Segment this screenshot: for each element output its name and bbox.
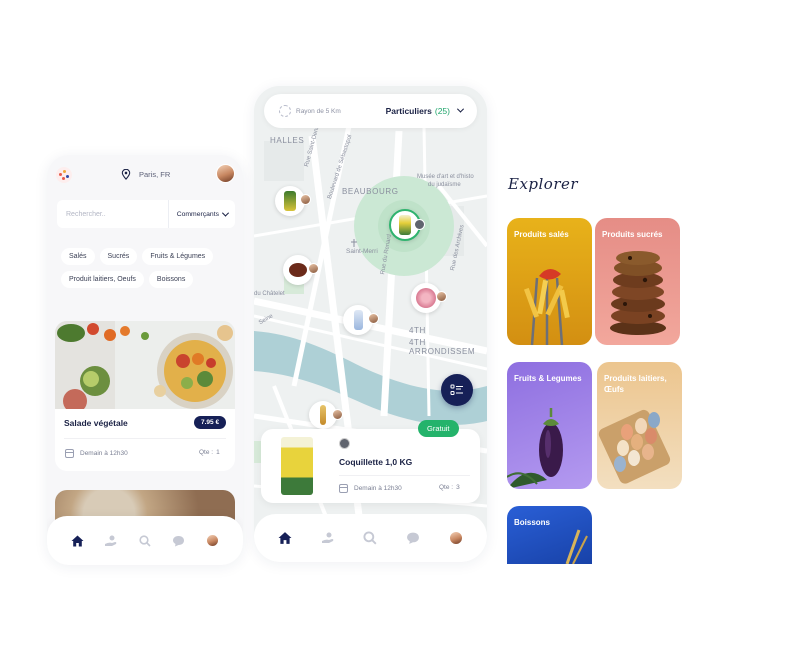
product-title: Salade végétale bbox=[64, 418, 128, 428]
header: Paris, FR bbox=[47, 155, 243, 195]
map-filter-bar: Rayon de 5 Km Particuliers (25) bbox=[264, 94, 477, 128]
pickup-time: Demain à 12h30 bbox=[339, 484, 402, 493]
home-icon[interactable] bbox=[71, 534, 85, 548]
quantity-value: 1 bbox=[216, 449, 220, 456]
selected-product-card[interactable]: Coquillette 1,0 KG Demain à 12h30 Qte : … bbox=[261, 429, 480, 503]
product-name: Coquillette 1,0 KG bbox=[339, 457, 413, 467]
tile-label: Fruits & Legumes bbox=[514, 374, 582, 383]
list-view-button[interactable] bbox=[441, 374, 473, 406]
seller-avatar bbox=[300, 194, 311, 205]
home-icon[interactable] bbox=[278, 531, 292, 545]
card-divider bbox=[339, 475, 470, 476]
search-bar: Rechercher.. Commerçants bbox=[57, 200, 235, 228]
seller-avatar bbox=[436, 291, 447, 302]
location-pin-icon bbox=[121, 169, 131, 180]
chat-icon[interactable] bbox=[172, 534, 186, 548]
tile-label: Produits salés bbox=[514, 230, 569, 239]
tile-boissons[interactable]: Boissons bbox=[507, 506, 592, 564]
seller-avatar bbox=[308, 263, 319, 274]
tile-produits-laitiers[interactable]: Produits laitiers, Œufs bbox=[597, 362, 682, 489]
phone-map-screen: HALLES BEAUBOURG Saint-Merri 4TH 4TH ARR… bbox=[254, 86, 487, 562]
seller-avatar bbox=[414, 219, 425, 230]
quantity: Qte : 1 bbox=[199, 449, 220, 456]
card-divider bbox=[64, 438, 226, 439]
map-label-arrondissement-line1: 4TH bbox=[409, 326, 426, 335]
calendar-icon bbox=[65, 449, 74, 458]
tile-produits-sales[interactable]: Produits salés bbox=[507, 218, 592, 345]
quantity-label: Qte : bbox=[439, 484, 454, 491]
profile-avatar[interactable] bbox=[448, 531, 463, 545]
bottom-nav bbox=[47, 516, 243, 565]
chevron-down-icon[interactable] bbox=[456, 105, 465, 113]
tile-label: Boissons bbox=[514, 518, 551, 527]
radius-icon bbox=[279, 105, 291, 117]
bottom-nav bbox=[254, 514, 487, 562]
tile-label: Produits sucrés bbox=[602, 230, 663, 239]
quantity-label: Qte : bbox=[199, 449, 214, 456]
location-selector[interactable]: Paris, FR bbox=[121, 169, 170, 180]
straw-image bbox=[565, 529, 588, 564]
seller-type-dropdown[interactable]: Particuliers bbox=[386, 106, 432, 116]
merchant-filter-label: Commerçants bbox=[176, 210, 219, 218]
tile-fruits-legumes[interactable]: Fruits & Legumes bbox=[507, 362, 592, 489]
profile-avatar[interactable] bbox=[205, 534, 219, 548]
map-marker-milk[interactable] bbox=[343, 305, 379, 335]
merchant-filter-dropdown[interactable]: Commerçants bbox=[169, 209, 235, 218]
chip-produits-laitiers[interactable]: Produit laitiers, Oeufs bbox=[61, 271, 144, 288]
search-icon[interactable] bbox=[363, 531, 377, 545]
map-label-halles: HALLES bbox=[270, 136, 305, 145]
list-icon bbox=[450, 384, 463, 395]
chip-fruits-legumes[interactable]: Fruits & Légumes bbox=[142, 248, 214, 265]
price-badge: 7.95 € bbox=[194, 416, 227, 429]
seller-count: (25) bbox=[434, 106, 450, 116]
map-marker-product[interactable] bbox=[275, 186, 311, 216]
search-icon[interactable] bbox=[138, 534, 152, 548]
calendar-icon bbox=[339, 484, 348, 493]
tile-label: Produits laitiers, Œufs bbox=[604, 374, 667, 394]
tile-produits-sucres[interactable]: Produits sucrés bbox=[595, 218, 680, 345]
category-chips: Salés Sucrés Fruits & Légumes Produit la… bbox=[61, 248, 237, 288]
chevron-down-icon bbox=[221, 209, 230, 217]
pickup-time-label: Demain à 12h30 bbox=[354, 485, 402, 492]
search-input[interactable]: Rechercher.. bbox=[57, 211, 168, 218]
chip-sucres[interactable]: Sucrés bbox=[99, 248, 138, 265]
map-label-chatelet: du Châtelet bbox=[254, 291, 285, 297]
logo-icon bbox=[56, 167, 72, 183]
hand-heart-icon[interactable] bbox=[321, 531, 335, 545]
product-card[interactable]: Salade végétale 7.95 € Demain à 12h30 Qt… bbox=[55, 321, 235, 471]
map-label-museum-line1: Musée d'art et d'histo bbox=[417, 174, 474, 180]
map-label-museum-line2: du judaïsme bbox=[428, 182, 461, 188]
product-image bbox=[281, 437, 313, 495]
phone-home-screen: Paris, FR Rechercher.. Commerçants Salés… bbox=[47, 155, 243, 565]
avatar[interactable] bbox=[216, 164, 235, 183]
location-label: Paris, FR bbox=[139, 170, 171, 179]
map-marker-bottle[interactable] bbox=[309, 401, 343, 429]
explorer-title: Explorer bbox=[508, 175, 579, 193]
map-marker-selected[interactable] bbox=[389, 209, 425, 241]
quantity-value: 3 bbox=[456, 484, 460, 491]
chip-boissons[interactable]: Boissons bbox=[148, 271, 194, 288]
map-label-saint-merri: Saint-Merri bbox=[346, 248, 378, 255]
map-label-arrondissement: 4TH ARRONDISSEM bbox=[409, 338, 476, 356]
radius-label[interactable]: Rayon de 5 Km bbox=[296, 108, 341, 115]
map-marker-spread[interactable] bbox=[283, 255, 319, 285]
pickup-time-label: Demain à 12h30 bbox=[80, 450, 128, 457]
quantity: Qte : 3 bbox=[439, 484, 460, 491]
map-marker-donuts[interactable] bbox=[411, 283, 447, 313]
seller-avatar[interactable] bbox=[339, 438, 350, 449]
hand-heart-icon[interactable] bbox=[104, 534, 118, 548]
pickup-time: Demain à 12h30 bbox=[65, 449, 128, 458]
chip-sales[interactable]: Salés bbox=[61, 248, 95, 265]
chat-icon[interactable] bbox=[406, 531, 420, 545]
stage: Paris, FR Rechercher.. Commerçants Salés… bbox=[0, 0, 796, 650]
seller-avatar bbox=[368, 313, 379, 324]
free-badge: Gratuit bbox=[418, 420, 459, 437]
map-label-beaubourg: BEAUBOURG bbox=[342, 187, 399, 196]
seller-avatar bbox=[332, 409, 343, 420]
salad-image bbox=[55, 321, 235, 409]
